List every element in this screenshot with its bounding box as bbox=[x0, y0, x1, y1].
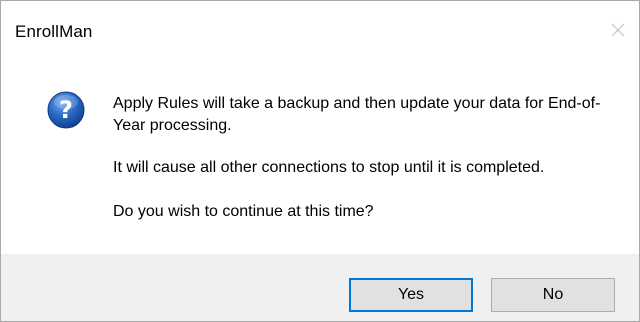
message-text-1: Apply Rules will take a backup and then … bbox=[113, 95, 601, 134]
svg-text:?: ? bbox=[59, 96, 73, 124]
question-icon: ? bbox=[47, 91, 85, 129]
message-dialog: EnrollMan ? Apply Rules will take a back… bbox=[0, 0, 640, 322]
yes-button[interactable]: Yes bbox=[349, 278, 473, 312]
title-bar: EnrollMan bbox=[1, 1, 639, 59]
close-button[interactable] bbox=[603, 15, 633, 45]
window-title: EnrollMan bbox=[15, 22, 93, 41]
button-bar: Yes No bbox=[1, 254, 639, 321]
dialog-content: ? Apply Rules will take a backup and the… bbox=[1, 59, 639, 254]
no-button[interactable]: No bbox=[491, 278, 615, 312]
message-text-3: Do you wish to continue at this time? bbox=[113, 203, 374, 220]
message-text-2: It will cause all other connections to s… bbox=[113, 159, 545, 176]
close-icon bbox=[611, 23, 625, 37]
